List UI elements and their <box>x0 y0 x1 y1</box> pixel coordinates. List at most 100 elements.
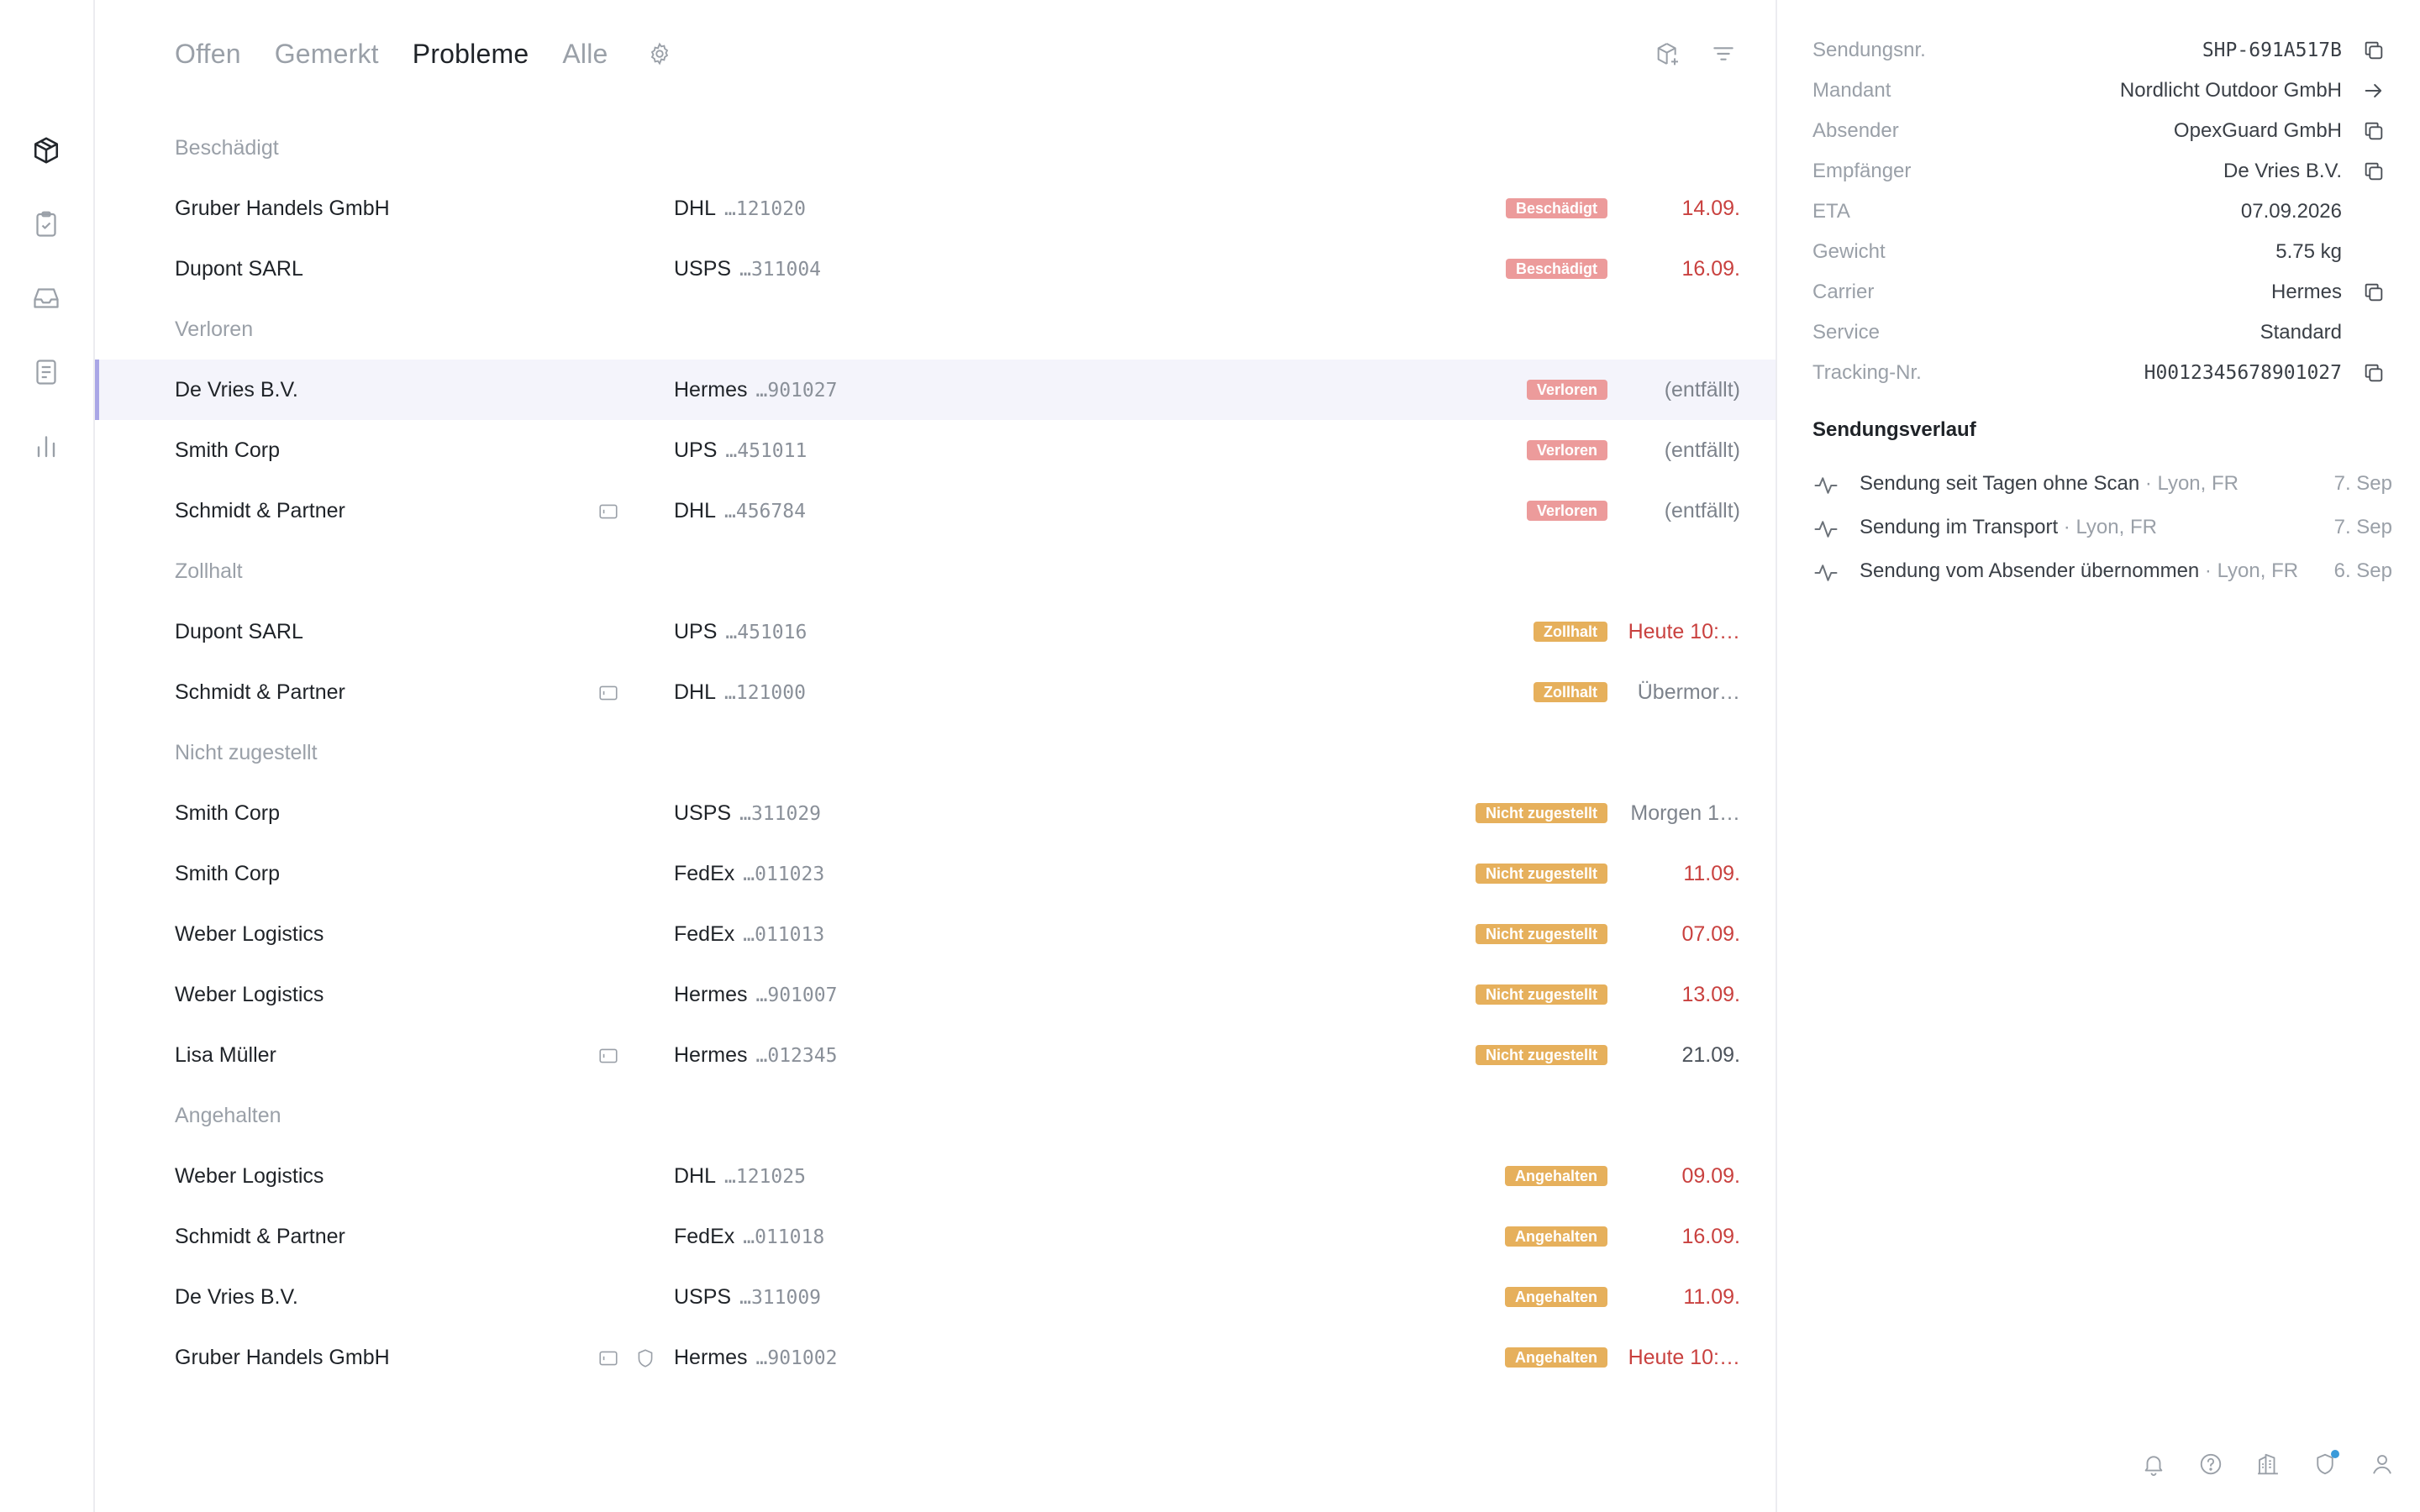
shipment-row[interactable]: Schmidt & Partner DHL …456784 Verloren (entf… <box>95 480 1776 541</box>
field-label: Mandant <box>1812 79 1891 102</box>
notification-dot <box>2331 1450 2339 1458</box>
due-date: 13.09. <box>1681 983 1740 1006</box>
recipient-name: Smith Corp <box>175 801 281 825</box>
status-badge: Angehalten <box>1504 1287 1607 1307</box>
help-button[interactable] <box>2195 1448 2227 1480</box>
nav-tasks[interactable] <box>28 206 65 243</box>
shipment-row[interactable]: De Vries B.V. Hermes …901027 Verloren (entfä… <box>95 360 1776 420</box>
shipment-row[interactable]: Smith Corp USPS …311029 Nicht zugestellt Mor… <box>95 783 1776 843</box>
nav-analytics[interactable] <box>28 428 65 465</box>
carrier-cell: Hermes …901027 <box>674 360 837 421</box>
tab-alle[interactable]: Alle <box>562 39 608 70</box>
recipient-name: Lisa Müller <box>175 1043 276 1067</box>
open-button[interactable] <box>2360 77 2387 104</box>
row-flags <box>597 1045 619 1067</box>
history-date: 7. Sep <box>2333 472 2392 495</box>
history-event: Sendung im Transport <box>1860 516 2059 538</box>
carrier-name: USPS <box>674 801 732 825</box>
carrier-cell: FedEx …011018 <box>674 1206 824 1268</box>
nav-rail <box>0 0 95 1512</box>
history-event: Sendung vom Absender übernommen <box>1860 559 2200 582</box>
tab-offen[interactable]: Offen <box>175 39 241 70</box>
tab-settings-button[interactable] <box>645 39 674 68</box>
recipient-name: Smith Corp <box>175 438 281 462</box>
field-label: Sendungsnr. <box>1812 39 1926 61</box>
shipment-row[interactable]: Schmidt & Partner DHL …121000 Zollhalt Überm… <box>95 662 1776 722</box>
tab-gemerkt[interactable]: Gemerkt <box>275 39 379 70</box>
shipment-row[interactable]: De Vries B.V. USPS …311009 Angehalten 11.09. <box>95 1267 1776 1327</box>
copy-icon <box>2362 39 2386 62</box>
shipment-row[interactable]: Dupont SARL UPS …451016 Zollhalt Heute 10:… <box>95 601 1776 662</box>
add-shipment-button[interactable] <box>1651 37 1685 71</box>
help-icon <box>2200 1453 2222 1475</box>
carrier-name: UPS <box>674 438 718 462</box>
shipment-row[interactable]: Schmidt & Partner FedEx …011018 Angehalten 1… <box>95 1206 1776 1267</box>
carrier-name: Hermes <box>674 1043 748 1067</box>
card-icon <box>597 501 619 522</box>
user-icon <box>2373 1455 2391 1474</box>
shipment-row[interactable]: Gruber Handels GmbH DHL …121020 Beschädigt 1… <box>95 178 1776 239</box>
shipment-row[interactable]: Smith Corp UPS …451011 Verloren (entfällt) <box>95 420 1776 480</box>
card-icon <box>597 1045 619 1067</box>
copy-button[interactable] <box>2360 158 2387 185</box>
carrier-cell: FedEx …011023 <box>674 843 824 905</box>
recipient-name: Schmidt & Partner <box>175 680 345 704</box>
carrier-name: DHL <box>674 499 717 522</box>
tab-probleme[interactable]: Probleme <box>413 39 529 70</box>
tracking-suffix: …121000 <box>724 682 806 704</box>
carrier-name: UPS <box>674 620 718 643</box>
carrier-cell: DHL …121000 <box>674 662 806 723</box>
shipment-row[interactable]: Gruber Handels GmbH Hermes …901002 Angehalt… <box>95 1327 1776 1388</box>
group-title: Nicht zugestellt <box>175 741 318 764</box>
shipment-row[interactable]: Dupont SARL USPS …311004 Beschädigt 16.09. <box>95 239 1776 299</box>
inbox-icon <box>34 288 59 308</box>
carrier-cell: USPS …311009 <box>674 1267 821 1328</box>
list-actions <box>1651 37 1740 71</box>
copy-button[interactable] <box>2360 118 2387 144</box>
recipient-name: Dupont SARL <box>175 620 303 643</box>
status-badge: Zollhalt <box>1534 622 1607 642</box>
history-entry: Sendung seit Tagen ohne Scan · Lyon, FR 7… <box>1812 462 2392 506</box>
tracking-suffix: …011013 <box>743 924 825 946</box>
carrier-name: DHL <box>674 197 717 220</box>
filter-button[interactable] <box>1707 37 1740 71</box>
shipment-row[interactable]: Weber Logistics Hermes …901007 Nicht zugest… <box>95 964 1776 1025</box>
copy-button[interactable] <box>2360 360 2387 386</box>
tracking-suffix: …901027 <box>755 380 838 402</box>
due-date: (entfällt) <box>1664 499 1740 522</box>
history-text: Sendung im Transport · Lyon, FR <box>1860 506 2157 549</box>
detail-field: Mandant Nordlicht Outdoor GmbH <box>1812 71 2382 111</box>
shipment-row[interactable]: Lisa Müller Hermes …012345 Nicht zugestellt… <box>95 1025 1776 1085</box>
status-badge: Nicht zugestellt <box>1475 1045 1607 1065</box>
due-date: 16.09. <box>1681 1225 1740 1248</box>
history-date: 6. Sep <box>2333 559 2392 582</box>
copy-button[interactable] <box>2360 279 2387 306</box>
history-text: Sendung seit Tagen ohne Scan · Lyon, FR <box>1860 462 2238 506</box>
account-button[interactable] <box>2366 1448 2398 1480</box>
nav-inbox[interactable] <box>28 280 65 317</box>
recipient-name: Weber Logistics <box>175 922 324 946</box>
recipient-name: Schmidt & Partner <box>175 499 345 522</box>
carrier-cell: UPS …451016 <box>674 601 807 663</box>
detail-field: Tracking-Nr. H0012345678901027 <box>1812 353 2383 393</box>
carrier-name: FedEx <box>674 862 735 885</box>
security-button[interactable] <box>2309 1448 2341 1480</box>
nav-shipments[interactable] <box>28 132 65 169</box>
carrier-name: Hermes <box>674 378 748 402</box>
notifications-button[interactable] <box>2138 1448 2170 1480</box>
shipment-row[interactable]: Weber Logistics DHL …121025 Angehalten 09.09… <box>95 1146 1776 1206</box>
group-title: Beschädigt <box>175 136 279 160</box>
recipient-name: De Vries B.V. <box>175 378 298 402</box>
status-badge: Beschädigt <box>1505 259 1607 279</box>
nav-documents[interactable] <box>28 354 65 391</box>
tracking-suffix: …011018 <box>743 1226 825 1248</box>
detail-field: ETA 07.09.2026 <box>1812 192 2375 232</box>
copy-button[interactable] <box>2360 37 2387 64</box>
shipment-row[interactable]: Weber Logistics FedEx …011013 Nicht zugeste… <box>95 904 1776 964</box>
carrier-name: FedEx <box>674 1225 735 1248</box>
due-date: (entfällt) <box>1664 378 1740 402</box>
shipment-row[interactable]: Smith Corp FedEx …011023 Nicht zugestellt 11… <box>95 843 1776 904</box>
field-label: Carrier <box>1812 281 1875 303</box>
organization-button[interactable] <box>2252 1448 2284 1480</box>
tracking-suffix: …121025 <box>724 1166 806 1188</box>
